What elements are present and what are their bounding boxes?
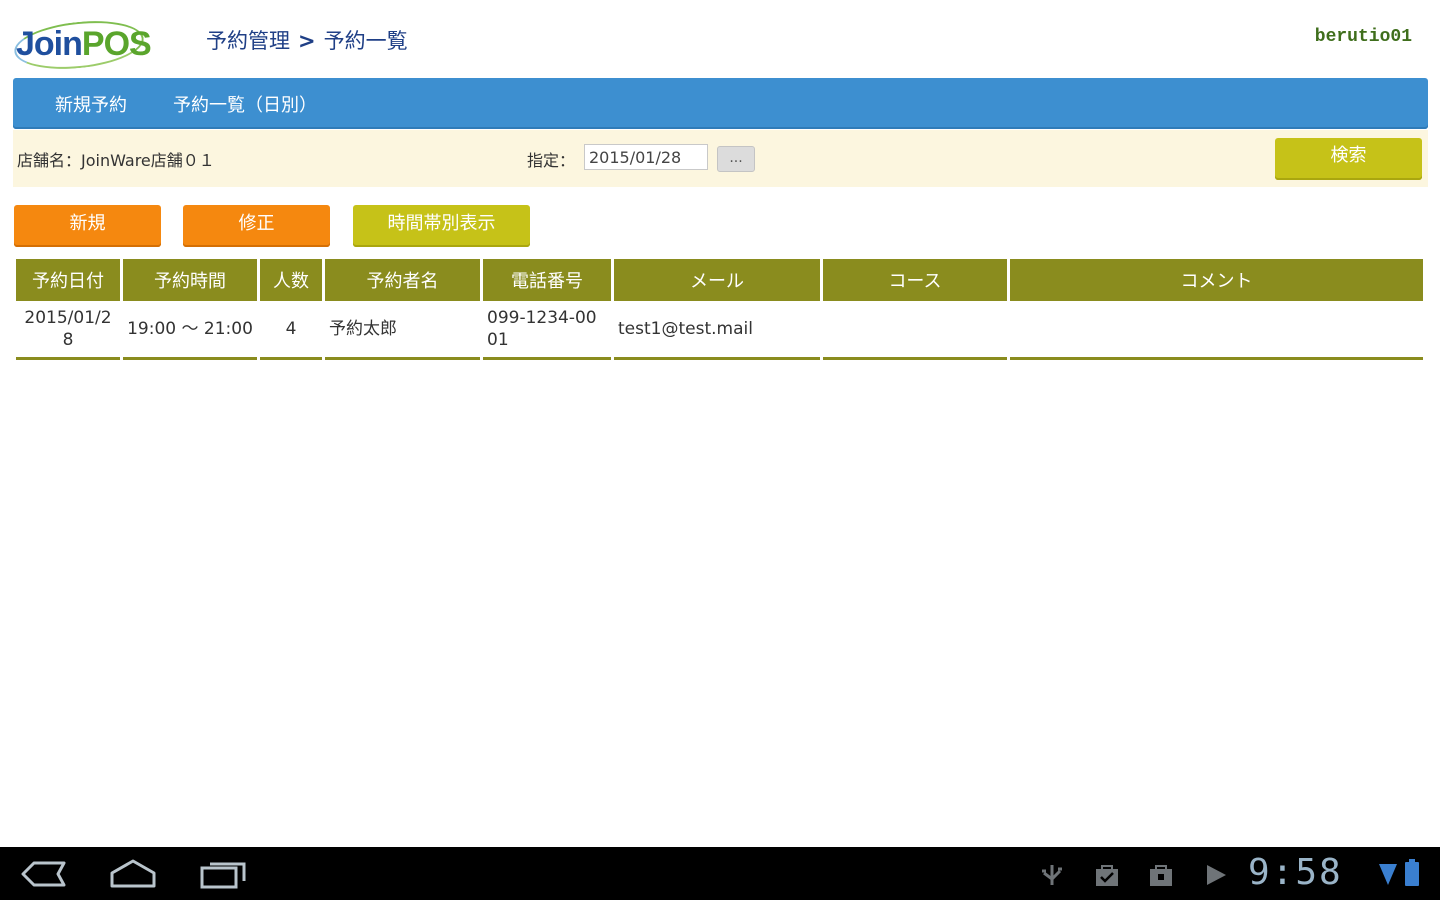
col-header-date[interactable]: 予約日付 bbox=[16, 259, 120, 301]
cell-name: 予約太郎 bbox=[325, 301, 480, 360]
breadcrumb-current-page: 予約一覧 bbox=[323, 29, 408, 53]
col-header-email[interactable]: メール bbox=[614, 259, 820, 301]
home-icon[interactable] bbox=[108, 859, 158, 889]
date-label: 指定： bbox=[527, 151, 576, 170]
col-header-time[interactable]: 予約時間 bbox=[123, 259, 257, 301]
bag-check-icon bbox=[1096, 865, 1118, 886]
cell-email: test1@test.mail bbox=[614, 301, 820, 360]
search-button[interactable]: 検索 bbox=[1275, 138, 1422, 180]
edit-button[interactable]: 修正 bbox=[183, 205, 330, 247]
table-row[interactable]: 2015/01/28 19:00 ～ 21:00 4 予約太郎 099-1234… bbox=[16, 301, 1423, 360]
logo-text-join: Join bbox=[16, 25, 83, 63]
date-picker-button[interactable]: ... bbox=[717, 146, 755, 172]
col-header-comment[interactable]: コメント bbox=[1010, 259, 1423, 301]
main-nav: 新規予約 予約一覧（日別） bbox=[13, 78, 1428, 129]
new-button[interactable]: 新規 bbox=[14, 205, 161, 247]
breadcrumb-separator: > bbox=[298, 29, 316, 53]
joinpos-logo[interactable]: JoinPOS bbox=[11, 15, 152, 75]
col-header-phone[interactable]: 電話番号 bbox=[483, 259, 611, 301]
cell-date: 2015/01/28 bbox=[16, 301, 120, 360]
filter-bar: 店舗名：JoinWare店舗０１ 指定： ... 検索 bbox=[13, 130, 1428, 187]
table-header-row: 予約日付 予約時間 人数 予約者名 電話番号 メール コース コメント bbox=[16, 259, 1423, 301]
recent-apps-icon[interactable] bbox=[200, 859, 246, 889]
col-header-people[interactable]: 人数 bbox=[260, 259, 322, 301]
wifi-icon bbox=[1379, 864, 1397, 885]
col-header-name[interactable]: 予約者名 bbox=[325, 259, 480, 301]
date-input[interactable] bbox=[584, 144, 708, 170]
nav-new-reservation[interactable]: 新規予約 bbox=[55, 91, 127, 117]
battery-icon bbox=[1405, 859, 1419, 886]
logo-text-pos: POS bbox=[81, 25, 152, 63]
store-name-label: 店舗名：JoinWare店舗０１ bbox=[17, 151, 215, 170]
cell-phone: 099-1234-0001 bbox=[483, 301, 611, 360]
bag-icon bbox=[1150, 865, 1172, 886]
user-name: berutio01 bbox=[1314, 27, 1412, 47]
back-icon[interactable] bbox=[20, 859, 66, 889]
col-header-course[interactable]: コース bbox=[823, 259, 1007, 301]
reservation-table: 予約日付 予約時間 人数 予約者名 電話番号 メール コース コメント 2015… bbox=[13, 259, 1426, 360]
app-header: JoinPOS 予約管理 > 予約一覧 berutio01 bbox=[0, 0, 1440, 78]
play-store-icon bbox=[1207, 865, 1226, 885]
usb-icon bbox=[1042, 865, 1062, 885]
nav-daily-list[interactable]: 予約一覧（日別） bbox=[173, 91, 317, 117]
breadcrumb: 予約管理 > 予約一覧 bbox=[206, 26, 408, 56]
cell-comment bbox=[1010, 301, 1423, 360]
cell-time: 19:00 ～ 21:00 bbox=[123, 301, 257, 360]
cell-course bbox=[823, 301, 1007, 360]
timeslot-view-button[interactable]: 時間帯別表示 bbox=[353, 205, 530, 247]
cell-people: 4 bbox=[260, 301, 322, 360]
system-clock: 9:58 bbox=[1248, 852, 1343, 893]
breadcrumb-section[interactable]: 予約管理 bbox=[206, 29, 290, 53]
android-system-bar: 9:58 bbox=[0, 847, 1440, 900]
